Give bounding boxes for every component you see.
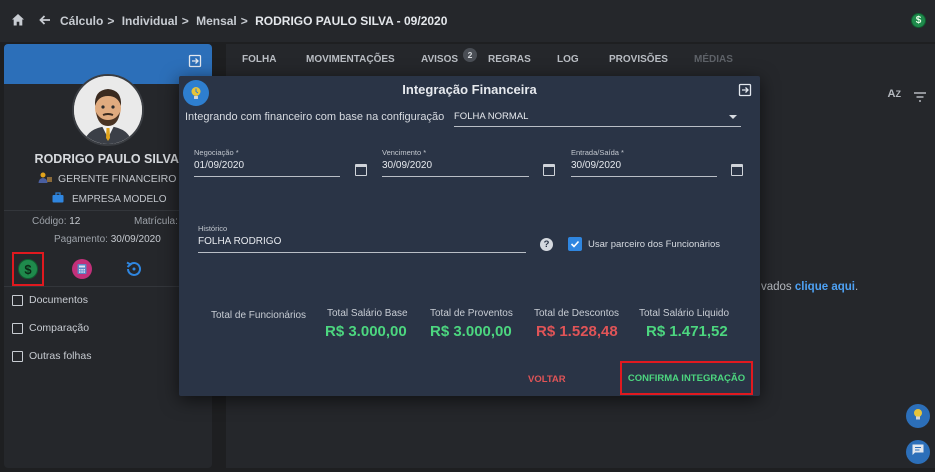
vencimento-label: Vencimento * [382,148,427,157]
vencimento-field[interactable]: 30/09/2020 [382,160,529,177]
config-label: Integrando com financeiro com base na co… [185,111,445,123]
menu-item-outras-folhas[interactable]: Outras folhas [12,350,91,362]
top-bar: Cálculo > Individual > Mensal > RODRIGO PAU… [0,0,935,42]
total-deductions-value: R$ 1.528,48 [536,323,618,340]
use-partner-checkbox[interactable] [568,237,582,251]
calculator-icon [72,259,92,279]
dialog-title: Integração Financeira [402,82,537,97]
menu-item-documentos[interactable]: Documentos [12,294,88,306]
recalculate-button[interactable] [118,252,150,286]
tab-medias[interactable]: MÉDIAS [694,54,733,65]
historico-field[interactable]: FOLHA RODRIGO [198,236,526,253]
confirm-integration-label: CONFIRMA INTEGRAÇÃO [627,372,746,384]
total-employees-label: Total de Funcionários [211,310,307,321]
total-base-salary-label: Total Salário Base [327,308,408,319]
total-base-salary-value: R$ 3.000,00 [325,323,407,340]
breadcrumb: Cálculo > Individual > Mensal > RODRIGO PAU… [60,14,451,28]
historico-label: Histórico [198,224,228,233]
lightbulb-icon [911,407,925,426]
tab-avisos[interactable]: AVISOS [421,54,458,65]
dollar-coin-icon[interactable]: $ [911,13,926,28]
chat-button[interactable] [906,440,930,464]
briefcase-icon [52,192,64,203]
chevron-down-icon [729,115,737,119]
chat-icon [911,443,925,462]
financial-integration-dialog: Integração Financeira Integrando com fin… [179,76,760,396]
calendar-icon[interactable] [355,164,367,176]
confirm-integration-button[interactable]: CONFIRMA INTEGRAÇÃO [620,361,753,395]
financial-integration-button[interactable]: $ [12,252,44,286]
payment-label: Pagamento: [54,234,108,245]
payment-date: Pagamento: 30/09/2020 [54,234,161,245]
help-assistant-button[interactable] [906,404,930,428]
calculator-button[interactable] [66,252,98,286]
breadcrumb-separator: > [107,14,115,28]
config-select-value: FOLHA NORMAL [454,111,529,122]
code-label: Código: [32,216,67,227]
payment-value: 30/09/2020 [110,234,161,245]
avatar [72,74,144,146]
company-text: EMPRESA MODELO [72,194,167,205]
back-button[interactable]: VOLTAR [528,374,566,385]
manager-icon [38,172,52,183]
employee-code: Código: 12 [32,216,80,227]
tab-regras[interactable]: REGRAS [488,54,531,65]
calendar-icon[interactable] [731,164,743,176]
breadcrumb-item[interactable]: Individual [122,14,178,28]
breadcrumb-separator: > [181,14,189,28]
avisos-badge: 2 [463,48,477,62]
negociacao-field[interactable]: 01/09/2020 [194,160,340,177]
total-net-salary-value: R$ 1.471,52 [646,323,728,340]
employee-name: RODRIGO PAULO SILVA [34,152,179,166]
total-net-salary-label: Total Salário Liquido [639,308,730,319]
click-here-link[interactable]: clique aqui [795,281,855,293]
menu-item-label: Outras folhas [29,350,92,362]
document-icon [12,294,23,306]
breadcrumb-current: RODRIGO PAULO SILVA - 09/2020 [255,14,448,28]
total-earnings-label: Total de Proventos [430,308,513,319]
filter-icon[interactable] [913,89,927,107]
entrada-saida-label: Entrada/Saída * [571,148,624,157]
notice-suffix: . [854,281,859,293]
breadcrumb-item[interactable]: Cálculo [60,14,103,28]
code-value: 12 [69,216,81,227]
notice-prefix: vados [761,281,792,293]
role-text: GERENTE FINANCEIRO [58,173,177,185]
config-select[interactable]: FOLHA NORMAL [454,109,741,127]
total-earnings-value: R$ 3.000,00 [430,323,512,340]
employee-company: EMPRESA MODELO [52,192,166,205]
calendar-icon[interactable] [543,164,555,176]
home-icon[interactable] [11,13,25,32]
total-deductions-label: Total de Descontos [534,308,620,319]
breadcrumb-separator: > [240,14,248,28]
help-icon[interactable]: ? [540,238,553,251]
breadcrumb-item[interactable]: Mensal [196,14,237,28]
dollar-coin-icon: $ [18,259,38,279]
close-dialog-icon[interactable] [738,83,752,102]
menu-item-comparacao[interactable]: Comparação [12,322,89,334]
negociacao-label: Negociação * [194,148,239,157]
tab-folha[interactable]: FOLHA [242,54,276,65]
check-icon [570,240,580,248]
tab-movimentacoes[interactable]: MOVIMENTAÇÕES [306,54,395,65]
list-icon [12,350,23,362]
employee-registration: Matrícula: [134,216,178,227]
tab-provisoes[interactable]: PROVISÕES [609,54,668,65]
exit-icon[interactable] [188,54,202,73]
employee-role: GERENTE FINANCEIRO [38,172,176,185]
registration-label: Matrícula: [134,216,178,227]
notice-text: vados clique aqui. [761,281,858,293]
back-arrow-icon[interactable] [38,13,52,32]
sort-az-icon[interactable]: AZ [888,88,901,100]
use-partner-label: Usar parceiro dos Funcionários [588,239,721,250]
entrada-saida-field[interactable]: 30/09/2020 [571,160,717,177]
menu-item-label: Comparação [29,322,90,334]
history-icon [124,259,144,279]
menu-item-label: Documentos [29,294,88,306]
compare-icon [12,322,23,334]
tab-log[interactable]: LOG [557,54,579,65]
